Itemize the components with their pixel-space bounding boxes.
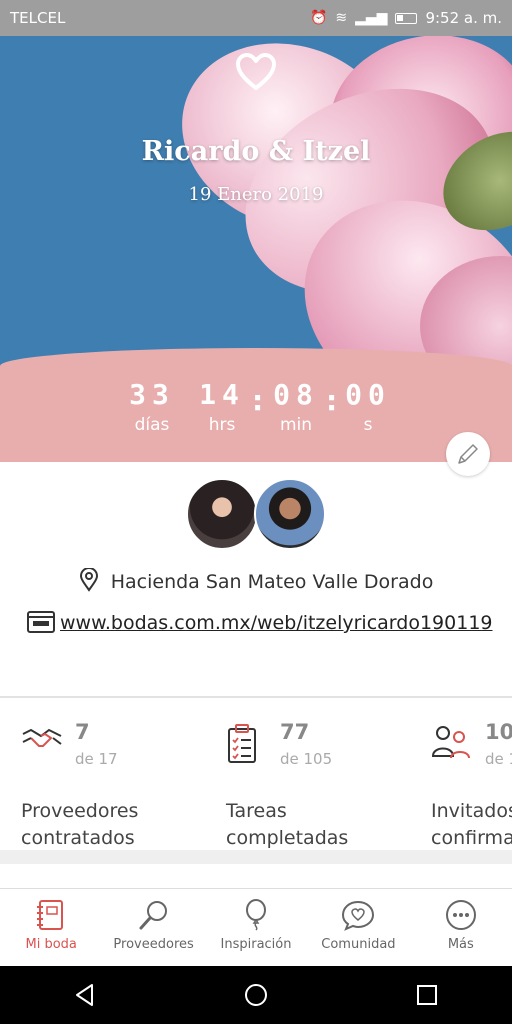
clipboard-icon bbox=[228, 724, 256, 763]
hours-value: 14 bbox=[199, 378, 245, 411]
back-icon[interactable] bbox=[72, 982, 98, 1008]
seconds-label: s bbox=[363, 415, 373, 435]
nav-comunidad[interactable]: Comunidad bbox=[307, 889, 409, 966]
countdown-minutes: 08 min bbox=[266, 378, 326, 435]
countdown-seconds: 00 s bbox=[338, 378, 398, 435]
stat-vendors-total: de 17 bbox=[75, 750, 118, 768]
battery-icon bbox=[395, 12, 418, 24]
venue-row[interactable]: Hacienda San Mateo Valle Dorado bbox=[0, 567, 512, 593]
nav-proveedores[interactable]: Proveedores bbox=[102, 889, 204, 966]
home-icon[interactable] bbox=[243, 982, 269, 1008]
hero-banner: Ricardo & Itzel 19 Enero 2019 bbox=[0, 36, 512, 366]
minutes-value: 08 bbox=[273, 378, 319, 411]
signal-icon: ▂▄▆ bbox=[355, 10, 388, 26]
carrier-label: TELCEL bbox=[10, 9, 66, 27]
nav-mas-label: Más bbox=[447, 937, 474, 952]
countdown-separator: : bbox=[252, 384, 264, 417]
avatar-groom[interactable] bbox=[254, 478, 326, 550]
minutes-label: min bbox=[279, 415, 313, 435]
nav-inspiracion[interactable]: Inspiración bbox=[205, 889, 307, 966]
seconds-value: 00 bbox=[345, 378, 391, 411]
avatar-bride[interactable] bbox=[186, 478, 258, 550]
stat-vendors-label: Proveedores contratados bbox=[21, 800, 139, 849]
countdown-panel: 33 días 14 hrs : 08 min : 00 s bbox=[0, 348, 512, 462]
location-pin-icon bbox=[79, 567, 98, 592]
section-divider bbox=[0, 696, 512, 698]
heart-icon bbox=[236, 53, 276, 90]
nav-mi-boda-label: Mi boda bbox=[25, 937, 77, 952]
section-separator bbox=[0, 850, 512, 864]
pencil-icon bbox=[458, 444, 478, 464]
stat-guests-value: 10 bbox=[485, 720, 512, 744]
more-icon bbox=[445, 900, 476, 930]
countdown-separator: : bbox=[326, 384, 338, 417]
next-section-edge bbox=[0, 864, 512, 888]
couple-avatars[interactable] bbox=[186, 478, 326, 550]
stat-guests-total: de 1 bbox=[485, 750, 512, 768]
wifi-icon: ≋ bbox=[335, 10, 348, 26]
alarm-icon: ⏰ bbox=[309, 10, 328, 26]
stat-tasks-total: de 105 bbox=[280, 750, 333, 768]
days-value: 33 bbox=[129, 378, 175, 411]
stat-guests-label: Invitados confirma bbox=[431, 798, 512, 852]
status-icons: ⏰ ≋ ▂▄▆ 9:52 a. m. bbox=[310, 9, 502, 27]
countdown-hours: 14 hrs bbox=[192, 378, 252, 435]
nav-mi-boda[interactable]: Mi boda bbox=[0, 889, 102, 966]
balloon-icon bbox=[246, 899, 267, 931]
system-navigation-bar bbox=[0, 966, 512, 1024]
hours-label: hrs bbox=[208, 415, 236, 435]
wedding-date: 19 Enero 2019 bbox=[188, 184, 324, 205]
countdown-days: 33 días bbox=[122, 378, 182, 435]
handshake-icon bbox=[22, 728, 62, 747]
website-link[interactable]: www.bodas.com.mx/web/itzelyricardo190119 bbox=[60, 607, 493, 639]
couple-names: Ricardo & Itzel bbox=[141, 136, 371, 167]
stat-tasks-label: Tareas completadas bbox=[226, 800, 349, 849]
days-label: días bbox=[134, 415, 170, 435]
stat-tasks-value: 77 bbox=[280, 720, 310, 744]
stats-row: 7 de 17 Proveedores contratados 77 de 10… bbox=[0, 700, 512, 850]
notebook-icon bbox=[37, 900, 64, 930]
stat-guests-label-text: Invitados confirma bbox=[431, 800, 512, 849]
chat-heart-icon bbox=[342, 900, 375, 931]
website-icon bbox=[27, 611, 55, 633]
recents-icon[interactable] bbox=[414, 982, 440, 1008]
edit-button[interactable] bbox=[446, 432, 490, 476]
nav-mas[interactable]: Más bbox=[410, 889, 512, 966]
venue-name: Hacienda San Mateo Valle Dorado bbox=[110, 571, 434, 593]
bottom-navigation: Mi boda Proveedores Inspiración Comunida… bbox=[0, 888, 512, 966]
guests-icon bbox=[431, 726, 470, 759]
search-icon bbox=[139, 901, 167, 930]
nav-inspiracion-label: Inspiración bbox=[220, 937, 292, 952]
status-bar: TELCEL ⏰ ≋ ▂▄▆ 9:52 a. m. bbox=[0, 0, 512, 36]
nav-proveedores-label: Proveedores bbox=[113, 937, 194, 952]
nav-comunidad-label: Comunidad bbox=[321, 937, 396, 952]
stat-vendors-value: 7 bbox=[75, 720, 90, 744]
clock: 9:52 a. m. bbox=[425, 9, 502, 27]
